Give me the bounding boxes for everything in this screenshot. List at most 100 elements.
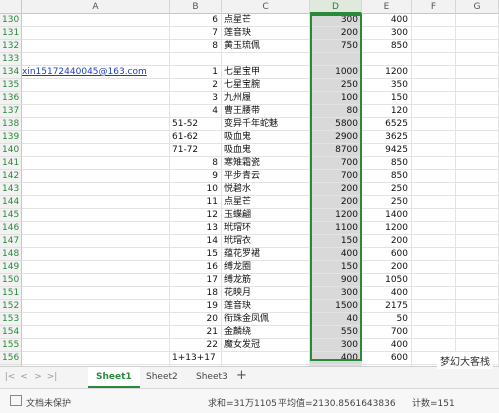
cell-b[interactable]: 71-72 <box>170 144 222 157</box>
cell-a[interactable] <box>22 300 170 313</box>
cell-d[interactable]: 200 <box>310 196 362 209</box>
cell-g[interactable] <box>456 222 499 235</box>
cell-e[interactable]: 600 <box>362 248 412 261</box>
cell-c[interactable]: 九州履 <box>222 92 310 105</box>
cell-d[interactable]: 150 <box>310 235 362 248</box>
column-header-c[interactable]: C <box>222 0 310 14</box>
row-number[interactable]: 131 <box>0 27 22 40</box>
cell-b[interactable]: 17 <box>170 274 222 287</box>
cell-e[interactable]: 250 <box>362 183 412 196</box>
cell-g[interactable] <box>456 300 499 313</box>
row-number[interactable]: 137 <box>0 105 22 118</box>
cell-g[interactable] <box>456 40 499 53</box>
cell-a[interactable] <box>22 326 170 339</box>
cell-e[interactable]: 2175 <box>362 300 412 313</box>
column-header-b[interactable]: B <box>170 0 222 14</box>
cell-b[interactable]: 7 <box>170 27 222 40</box>
cell-g[interactable] <box>456 157 499 170</box>
cell-c[interactable]: 花映月 <box>222 287 310 300</box>
cell-g[interactable] <box>456 248 499 261</box>
cell-e[interactable]: 350 <box>362 79 412 92</box>
cell-g[interactable] <box>456 313 499 326</box>
cell-a[interactable] <box>22 40 170 53</box>
tab-sheet2[interactable]: Sheet2 <box>138 367 186 388</box>
cell-f[interactable] <box>412 222 456 235</box>
cell-b[interactable]: 3 <box>170 92 222 105</box>
cell-b[interactable]: 15 <box>170 248 222 261</box>
cell-c[interactable]: 玉蝶翩 <box>222 209 310 222</box>
cell-f[interactable] <box>412 287 456 300</box>
cell-f[interactable] <box>412 92 456 105</box>
next-sheet-nav-icon[interactable]: > <box>32 371 44 383</box>
row-number[interactable]: 142 <box>0 170 22 183</box>
cell-a[interactable] <box>22 92 170 105</box>
cell-c[interactable]: 点星芒 <box>222 14 310 27</box>
column-header-g[interactable]: G <box>456 0 499 14</box>
row-number[interactable]: 149 <box>0 261 22 274</box>
cell-b[interactable]: 11 <box>170 196 222 209</box>
first-sheet-nav-icon[interactable]: |< <box>4 371 16 383</box>
cell-c[interactable]: 吸血鬼 <box>222 131 310 144</box>
cell-d[interactable] <box>310 53 362 66</box>
cell-c[interactable]: 玳瑁衣 <box>222 235 310 248</box>
cell-d[interactable]: 200 <box>310 183 362 196</box>
tab-sheet3[interactable]: Sheet3 <box>188 367 236 388</box>
cell-e[interactable]: 9425 <box>362 144 412 157</box>
cell-f[interactable] <box>412 274 456 287</box>
cell-a[interactable] <box>22 196 170 209</box>
cell-e[interactable]: 850 <box>362 157 412 170</box>
cell-a[interactable] <box>22 261 170 274</box>
cell-c[interactable] <box>222 352 310 365</box>
cell-g[interactable] <box>456 339 499 352</box>
cell-g[interactable] <box>456 131 499 144</box>
cell-d[interactable]: 150 <box>310 261 362 274</box>
select-all-corner[interactable] <box>0 0 22 14</box>
cell-e[interactable]: 150 <box>362 92 412 105</box>
cell-d[interactable]: 1000 <box>310 66 362 79</box>
cell-c[interactable]: 七星宝甲 <box>222 66 310 79</box>
cell-f[interactable] <box>412 248 456 261</box>
cell-c[interactable]: 点星芒 <box>222 196 310 209</box>
cell-f[interactable] <box>412 313 456 326</box>
cell-e[interactable]: 850 <box>362 40 412 53</box>
row-number[interactable]: 134 <box>0 66 22 79</box>
cell-b[interactable]: 6 <box>170 14 222 27</box>
cell-e[interactable]: 600 <box>362 352 412 365</box>
cell-a[interactable] <box>22 79 170 92</box>
cell-c[interactable]: 悦碧水 <box>222 183 310 196</box>
cell-e[interactable]: 6525 <box>362 118 412 131</box>
cell-a[interactable] <box>22 118 170 131</box>
cell-c[interactable]: 缚龙圈 <box>222 261 310 274</box>
cell-a[interactable] <box>22 274 170 287</box>
row-number[interactable]: 144 <box>0 196 22 209</box>
cell-c[interactable]: 黄玉琉佩 <box>222 40 310 53</box>
cell-a[interactable] <box>22 209 170 222</box>
cell-b[interactable]: 8 <box>170 40 222 53</box>
cell-a[interactable]: xin15172440045@163.com <box>22 66 170 79</box>
cell-a[interactable] <box>22 313 170 326</box>
cell-d[interactable]: 700 <box>310 170 362 183</box>
row-number[interactable]: 141 <box>0 157 22 170</box>
cell-b[interactable]: 16 <box>170 261 222 274</box>
cell-d[interactable]: 550 <box>310 326 362 339</box>
cell-f[interactable] <box>412 79 456 92</box>
last-sheet-nav-icon[interactable]: >| <box>46 371 58 383</box>
cell-b[interactable]: 1+13+17 <box>170 352 222 365</box>
row-number[interactable]: 146 <box>0 222 22 235</box>
tab-sheet1[interactable]: Sheet1 <box>88 367 140 388</box>
cell-b[interactable]: 19 <box>170 300 222 313</box>
cell-d[interactable]: 300 <box>310 14 362 27</box>
cell-d[interactable]: 1200 <box>310 209 362 222</box>
cell-c[interactable]: 莲音玦 <box>222 300 310 313</box>
cell-a[interactable] <box>22 352 170 365</box>
cell-e[interactable]: 700 <box>362 326 412 339</box>
cell-c[interactable] <box>222 53 310 66</box>
cell-e[interactable]: 400 <box>362 339 412 352</box>
cell-b[interactable] <box>170 53 222 66</box>
cell-d[interactable]: 250 <box>310 79 362 92</box>
cell-g[interactable] <box>456 326 499 339</box>
row-number[interactable]: 132 <box>0 40 22 53</box>
cell-b[interactable]: 4 <box>170 105 222 118</box>
row-number[interactable]: 138 <box>0 118 22 131</box>
column-header-f[interactable]: F <box>412 0 456 14</box>
